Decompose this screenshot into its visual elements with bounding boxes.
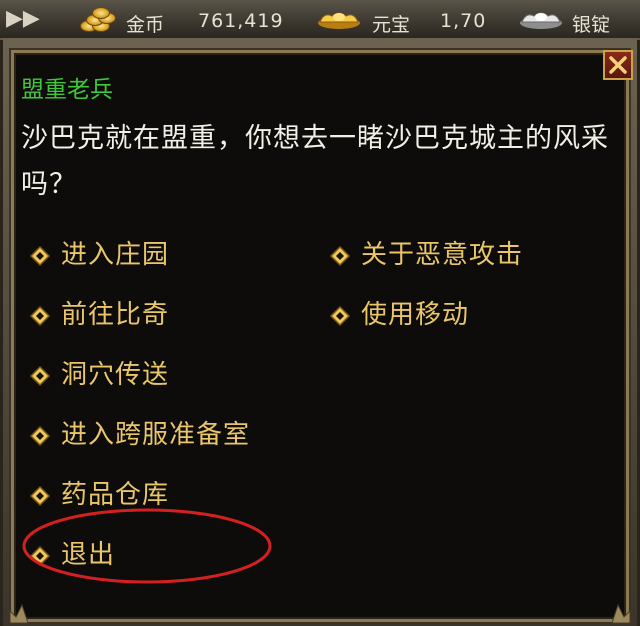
corner-ornament-icon xyxy=(9,603,29,624)
silver-label: 银锭 xyxy=(572,14,611,36)
gold-label: 金币 xyxy=(126,14,165,36)
menu-option[interactable]: 前往比奇 xyxy=(29,298,169,332)
currency-bar: ▶▶ 金币 761,419 元宝 1,70 银锭 xyxy=(0,0,640,40)
close-button[interactable] xyxy=(603,50,633,80)
gold-ingot-icon xyxy=(318,12,360,29)
gold-currency: 金币 761,419 xyxy=(78,4,298,36)
menu-option-label: 进入庄园 xyxy=(61,240,170,270)
silver-ingot-icon xyxy=(520,12,562,29)
menu-option-label: 使用移动 xyxy=(361,300,470,330)
diamond-bullet-icon xyxy=(29,422,51,446)
close-icon xyxy=(609,56,627,74)
menu-option[interactable]: 洞穴传送 xyxy=(29,358,169,392)
silver-currency: 银锭 xyxy=(518,4,640,36)
corner-ornament-icon xyxy=(611,603,631,624)
diamond-bullet-icon xyxy=(329,242,351,266)
yuanbao-currency: 元宝 1,70 xyxy=(316,4,506,36)
menu-option-label: 进入跨服准备室 xyxy=(61,420,251,450)
menu-option-label: 洞穴传送 xyxy=(61,360,170,390)
diamond-bullet-icon xyxy=(29,362,51,386)
npc-name: 盟重老兵 xyxy=(21,77,113,103)
diamond-bullet-icon xyxy=(29,242,51,266)
yuanbao-label: 元宝 xyxy=(372,14,411,36)
menu-option[interactable]: 使用移动 xyxy=(329,298,469,332)
menu-option[interactable]: 进入庄园 xyxy=(29,238,169,272)
diamond-bullet-icon xyxy=(29,302,51,326)
gold-value: 761,419 xyxy=(198,10,284,32)
menu-option[interactable]: 关于恶意攻击 xyxy=(329,238,523,272)
menu-option-label: 关于恶意攻击 xyxy=(361,240,524,270)
diamond-bullet-icon xyxy=(329,302,351,326)
expand-arrow-icon[interactable]: ▶▶ xyxy=(6,6,40,32)
highlight-ring xyxy=(22,508,272,584)
gold-coins-icon xyxy=(78,6,118,32)
dialog-text: 沙巴克就在盟重，你想去一睹沙巴克城主的风采吗？ xyxy=(21,123,609,200)
menu-option[interactable]: 进入跨服准备室 xyxy=(29,418,250,452)
yuanbao-value: 1,70 xyxy=(440,10,487,32)
menu-option-label: 前往比奇 xyxy=(61,300,170,330)
npc-dialog-panel: 盟重老兵 沙巴克就在盟重，你想去一睹沙巴克城主的风采吗？ 进入庄园前往比奇洞穴传… xyxy=(3,38,637,626)
diamond-bullet-icon xyxy=(29,482,51,506)
